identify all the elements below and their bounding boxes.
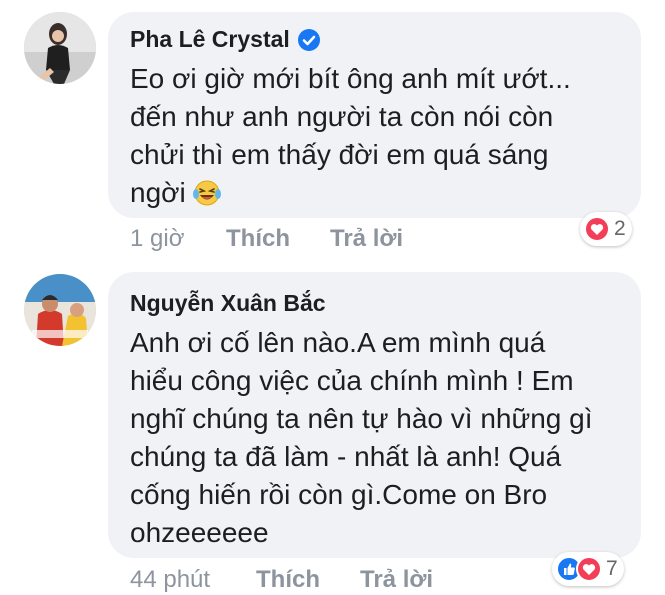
avatar[interactable] (24, 274, 96, 346)
text-line: chúng ta đã làm - nhất là anh! Quá (130, 441, 562, 472)
verified-badge-icon (297, 28, 320, 51)
reaction-summary[interactable]: 7 (552, 552, 624, 586)
text-line: chửi thì em thấy đời em quá sáng (130, 139, 549, 170)
author-name[interactable]: Pha Lê Crystal (130, 26, 290, 53)
text-line: ngời (130, 177, 186, 208)
comment-2: Nguyễn Xuân Bắc Anh ơi cố lên nào.A em m… (0, 260, 665, 595)
text-line: đến như anh người ta còn nói còn (130, 101, 554, 132)
text-line: nghĩ chúng ta nên tự hào vì những gì (130, 403, 593, 434)
love-icon (576, 556, 602, 582)
comment-timestamp[interactable]: 44 phút (130, 566, 210, 594)
comment-author[interactable]: Pha Lê Crystal (130, 26, 320, 53)
text-line: Eo ơi giờ mới bít ông anh mít ướt... (130, 63, 571, 94)
reaction-count: 2 (614, 217, 626, 240)
avatar-photo (24, 12, 96, 84)
reply-button[interactable]: Trả lời (330, 225, 403, 253)
text-line-with-emoji: ngời (130, 174, 630, 212)
laughing-tears-icon (192, 180, 221, 206)
comment-timestamp[interactable]: 1 giờ (130, 225, 184, 253)
avatar-photo (24, 274, 96, 346)
reaction-count: 7 (606, 557, 618, 580)
text-line: Anh ơi cố lên nào.A em mình quá (130, 327, 546, 358)
reply-button[interactable]: Trả lời (360, 566, 433, 594)
avatar[interactable] (24, 12, 96, 84)
comment-text: Eo ơi giờ mới bít ông anh mít ướt... đến… (130, 60, 630, 212)
love-icon (584, 216, 610, 242)
text-line: hiểu công việc của chính mình ! Em (130, 365, 574, 396)
comment-1: Pha Lê Crystal Eo ơi giờ mới bít ông anh… (0, 0, 665, 260)
reaction-summary[interactable]: 2 (580, 212, 632, 246)
text-line: ohzeeeeee (130, 517, 269, 548)
text-line: cống hiến rồi còn gì.Come on Bro (130, 479, 548, 510)
comment-text: Anh ơi cố lên nào.A em mình quá hiểu côn… (130, 324, 630, 552)
author-name[interactable]: Nguyễn Xuân Bắc (130, 290, 326, 317)
comment-author[interactable]: Nguyễn Xuân Bắc (130, 290, 326, 317)
like-button[interactable]: Thích (226, 225, 290, 253)
like-button[interactable]: Thích (256, 566, 320, 594)
